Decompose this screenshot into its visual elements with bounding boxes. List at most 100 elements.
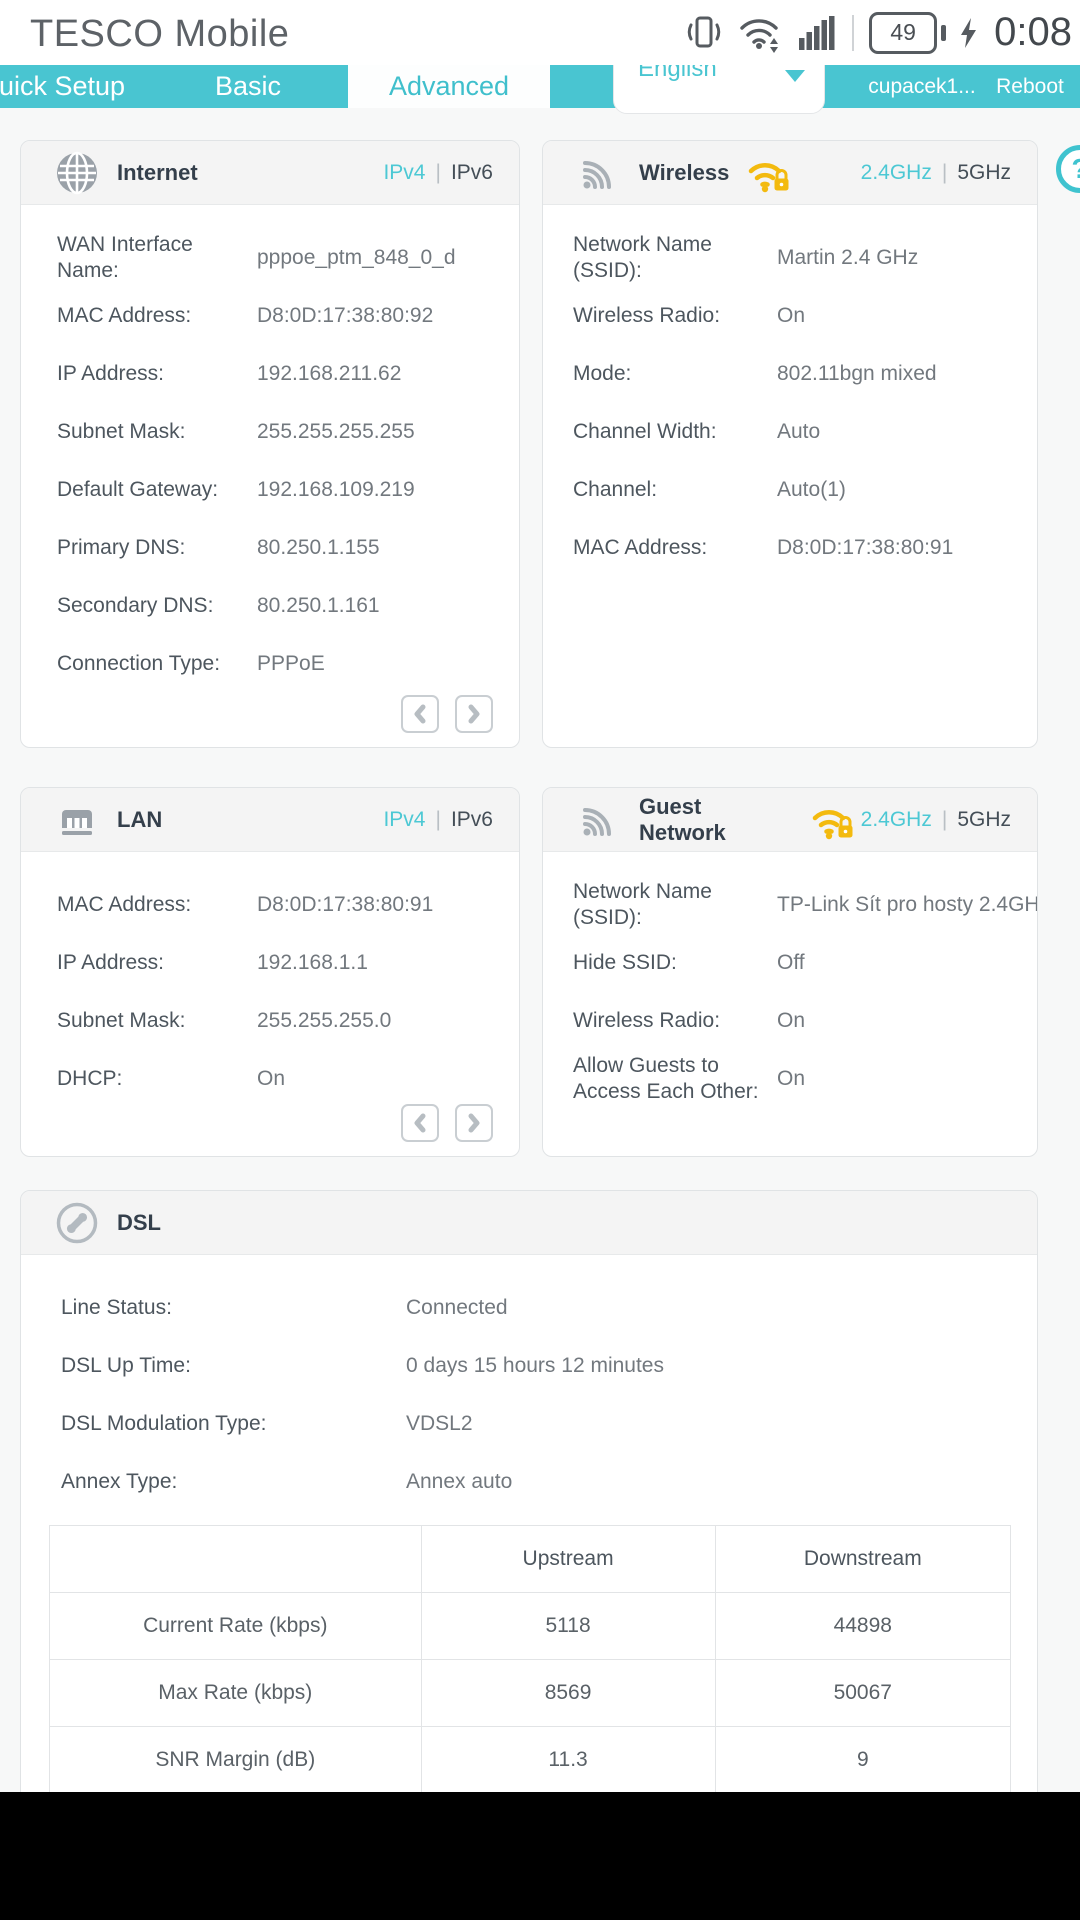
field-value: Auto(1) [777, 478, 846, 502]
field-value: 0 days 15 hours 12 minutes [406, 1354, 664, 1378]
field-row: Network Name (SSID): TP-Link Sít pro hos… [573, 876, 1037, 934]
internet-card-title: Internet [117, 160, 198, 186]
field-value: On [777, 1067, 805, 1091]
wireless-arcs-icon [577, 798, 621, 842]
field-row: Wireless Radio: On [573, 287, 1037, 345]
field-label: Channel: [573, 477, 777, 503]
signal-bars-icon [797, 14, 837, 52]
wifi-secured-icon [745, 151, 797, 195]
dsl-card-header: DSL [21, 1191, 1037, 1255]
chevron-down-icon [784, 69, 806, 83]
guest-5ghz-tab[interactable]: 5GHz [957, 808, 1011, 832]
chevron-right-icon [467, 704, 481, 724]
table-header-cell: Upstream [421, 1526, 715, 1593]
field-value: 255.255.255.255 [257, 420, 415, 444]
dsl-card-title: DSL [117, 1210, 161, 1236]
field-label: Annex Type: [61, 1469, 406, 1495]
lan-ipv6-tab[interactable]: IPv6 [451, 808, 493, 832]
tab-separator: | [436, 808, 441, 832]
internet-ipv6-tab[interactable]: IPv6 [451, 161, 493, 185]
chevron-left-icon [413, 704, 427, 724]
table-cell: Max Rate (kbps) [50, 1660, 422, 1727]
chevron-right-icon [467, 1113, 481, 1133]
username-menu[interactable]: cupacek1... [858, 65, 986, 108]
tab-advanced[interactable]: Advanced [348, 65, 550, 108]
table-row: Max Rate (kbps) 8569 50067 [50, 1660, 1011, 1727]
field-row: WAN Interface Name: pppoe_ptm_848_0_d [57, 229, 519, 287]
lan-ipv4-tab[interactable]: IPv4 [383, 808, 425, 832]
field-label: Wireless Radio: [573, 303, 777, 329]
field-row: IP Address: 192.168.211.62 [57, 345, 519, 403]
field-label: MAC Address: [57, 303, 257, 329]
field-label: MAC Address: [57, 892, 257, 918]
field-row: Primary DNS: 80.250.1.155 [57, 519, 519, 577]
field-row: Mode: 802.11bgn mixed [573, 345, 1037, 403]
field-value: Connected [406, 1296, 508, 1320]
field-label: Channel Width: [573, 419, 777, 445]
field-label: Connection Type: [57, 651, 257, 677]
field-label: Subnet Mask: [57, 1008, 257, 1034]
field-value: Annex auto [406, 1470, 512, 1494]
field-row: Network Name (SSID): Martin 2.4 GHz [573, 229, 1037, 287]
table-cell: 8569 [421, 1660, 715, 1727]
tab-separator: | [942, 808, 947, 832]
table-cell: 50067 [715, 1660, 1010, 1727]
table-cell: 11.3 [421, 1727, 715, 1794]
next-page-button[interactable] [455, 1104, 493, 1142]
field-label: DSL Up Time: [61, 1353, 406, 1379]
help-question-icon: ? [1071, 153, 1080, 185]
table-cell: 5118 [421, 1593, 715, 1660]
lan-card-title: LAN [117, 807, 162, 833]
lan-bridge-icon [55, 798, 99, 842]
field-value: D8:0D:17:38:80:91 [257, 893, 433, 917]
tab-separator: | [942, 161, 947, 185]
wireless-24ghz-tab[interactable]: 2.4GHz [861, 161, 932, 185]
field-label: IP Address: [57, 950, 257, 976]
table-header-row: Upstream Downstream [50, 1526, 1011, 1593]
table-row: Current Rate (kbps) 5118 44898 [50, 1593, 1011, 1660]
status-icons: 49 0:08 [685, 0, 1072, 65]
field-row: Connection Type: PPPoE [57, 635, 519, 693]
tab-quick-setup[interactable]: Quick Setup [0, 65, 125, 108]
field-value: On [777, 1009, 805, 1033]
help-button[interactable]: ? [1056, 145, 1080, 193]
table-cell: 44898 [715, 1593, 1010, 1660]
field-label: Network Name (SSID): [573, 879, 777, 931]
field-value: 80.250.1.155 [257, 536, 380, 560]
field-value: Auto [777, 420, 820, 444]
phone-dsl-icon [55, 1201, 99, 1245]
table-header-cell [50, 1526, 422, 1593]
field-row: MAC Address: D8:0D:17:38:80:92 [57, 287, 519, 345]
wireless-5ghz-tab[interactable]: 5GHz [957, 161, 1011, 185]
prev-page-button[interactable] [401, 1104, 439, 1142]
carrier-label: TESCO Mobile [30, 0, 289, 65]
prev-page-button[interactable] [401, 695, 439, 733]
field-value: 802.11bgn mixed [777, 362, 937, 386]
field-label: Default Gateway: [57, 477, 257, 503]
field-label: Line Status: [61, 1295, 406, 1321]
tab-basic[interactable]: Basic [190, 65, 306, 108]
internet-card-header: Internet IPv4 | IPv6 [21, 141, 519, 205]
field-row: Allow Guests to Access Each Other: On [573, 1050, 1037, 1108]
field-value: 80.250.1.161 [257, 594, 380, 618]
field-value: pppoe_ptm_848_0_d [257, 246, 456, 270]
tab-separator: | [436, 161, 441, 185]
field-label: DSL Modulation Type: [61, 1411, 406, 1437]
wifi-secured-icon [809, 798, 861, 842]
field-row: Secondary DNS: 80.250.1.161 [57, 577, 519, 635]
android-nav-bar [0, 1792, 1080, 1920]
field-value: TP-Link Sít pro hosty 2.4GH [777, 893, 1037, 917]
guest-24ghz-tab[interactable]: 2.4GHz [861, 808, 932, 832]
battery-percent: 49 [890, 19, 916, 46]
status-bar: TESCO Mobile [0, 0, 1080, 65]
reboot-button[interactable]: Reboot [992, 65, 1068, 108]
field-value: Martin 2.4 GHz [777, 246, 918, 270]
internet-ipv4-tab[interactable]: IPv4 [383, 161, 425, 185]
internet-card: Internet IPv4 | IPv6 WAN Interface Name:… [20, 140, 520, 748]
field-row: Subnet Mask: 255.255.255.255 [57, 403, 519, 461]
next-page-button[interactable] [455, 695, 493, 733]
wireless-card-title: Wireless [639, 160, 729, 186]
guest-card-header: Guest Network 2.4GHz | 5GHz [543, 788, 1037, 852]
field-label: Subnet Mask: [57, 419, 257, 445]
field-value: D8:0D:17:38:80:92 [257, 304, 433, 328]
